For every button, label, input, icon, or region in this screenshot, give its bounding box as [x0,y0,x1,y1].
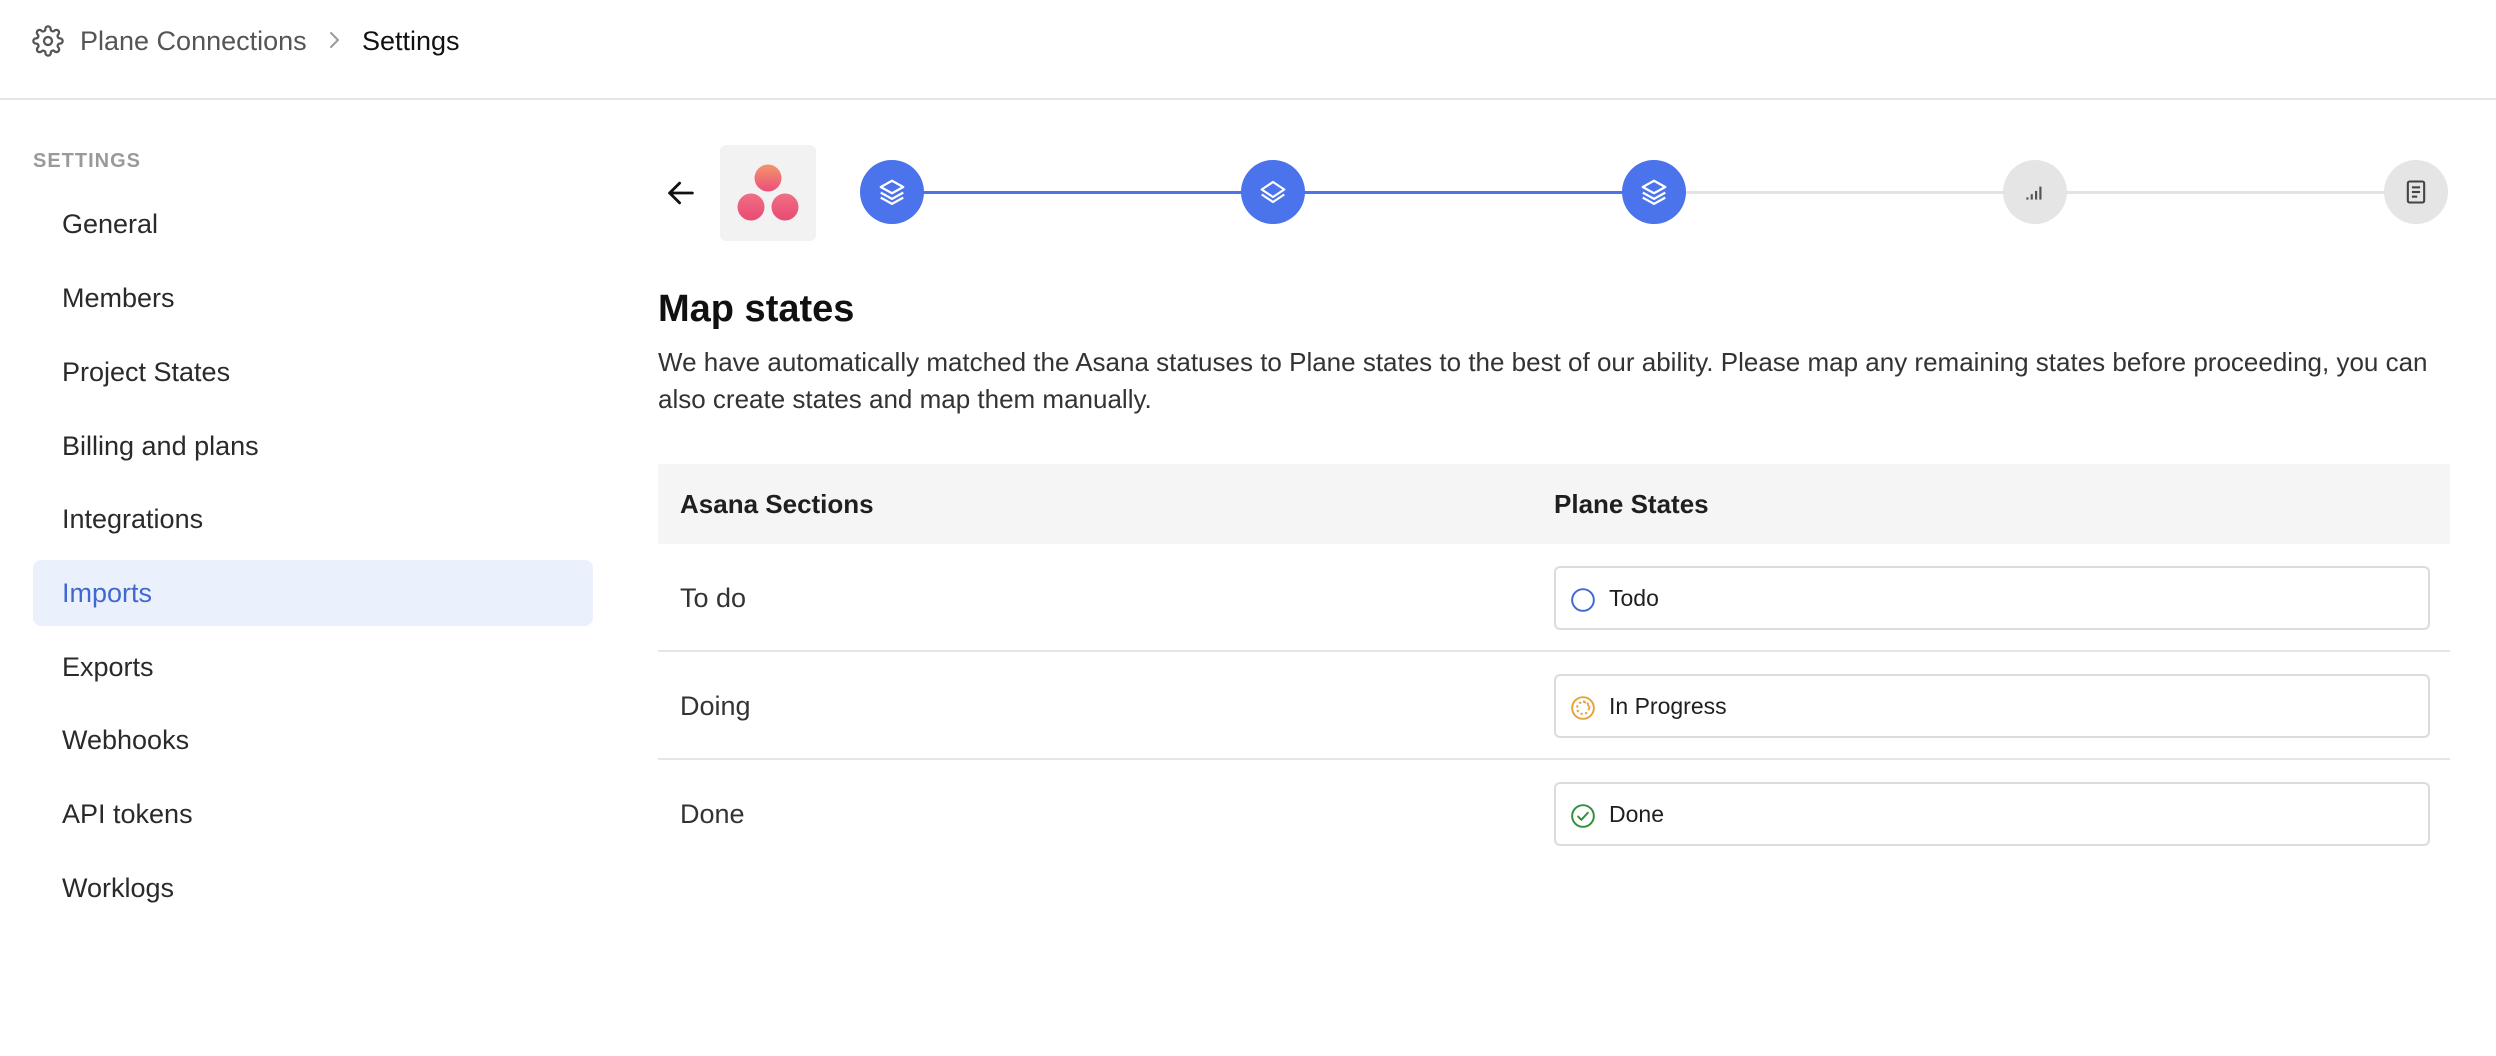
sidebar-item-project-states[interactable]: Project States [33,339,593,405]
table-header: Asana Sections Plane States [658,464,2450,544]
step-connector-3 [1654,191,2034,194]
step-4[interactable] [2003,160,2067,224]
done-check-icon [1571,804,1595,828]
asana-section-label: To do [680,583,747,613]
sidebar-item-webhooks[interactable]: Webhooks [33,707,593,773]
sidebar-heading: SETTINGS [33,150,142,172]
state-mapping-table: Asana Sections Plane States To do Todo D… [658,464,2450,868]
step-1[interactable] [860,160,924,224]
gear-icon[interactable] [32,25,64,57]
plane-state-label: Done [1609,801,1664,827]
sidebar-item-general[interactable]: General [33,191,593,257]
signal-bars-icon [2026,186,2042,200]
breadcrumb-current: Settings [362,26,460,56]
step-2[interactable] [1241,160,1305,224]
plane-state-label: Todo [1609,585,1659,611]
plane-state-label: In Progress [1609,693,1727,719]
sidebar-item-worklogs[interactable]: Worklogs [33,855,593,921]
in-progress-icon [1571,696,1595,720]
todo-circle-icon [1571,588,1595,612]
layers-icon [1641,179,1667,205]
asana-section-label: Doing [680,691,751,721]
sidebar-item-integrations[interactable]: Integrations [33,486,593,552]
step-connector-2 [1273,191,1653,194]
sidebar-item-billing[interactable]: Billing and plans [33,413,593,479]
document-icon [2406,180,2426,204]
table-row: Done Done [658,760,2450,868]
asana-section-label: Done [680,799,745,829]
sidebar-item-members[interactable]: Members [33,265,593,331]
page-title: Map states [658,288,855,330]
asana-logo-icon [737,164,799,221]
asana-logo [720,145,816,241]
chevron-right-icon [330,32,339,48]
top-bar: Plane Connections Settings [0,0,2496,100]
column-header-asana-sections: Asana Sections [680,489,874,519]
table-row: To do Todo [658,544,2450,652]
plane-state-select[interactable]: Done [1554,782,2430,846]
breadcrumb-root[interactable]: Plane Connections [80,24,307,58]
layers-icon [1260,180,1286,204]
sidebar-item-exports[interactable]: Exports [33,634,593,700]
layers-icon [879,179,905,205]
page-description: We have automatically matched the Asana … [658,347,2428,414]
sidebar-item-imports[interactable]: Imports [33,560,593,626]
step-connector-1 [892,191,1272,194]
arrow-left-icon[interactable] [662,176,700,210]
step-5[interactable] [2384,160,2448,224]
plane-state-select[interactable]: In Progress [1554,674,2430,738]
plane-state-select[interactable]: Todo [1554,566,2430,630]
table-row: Doing In Progress [658,652,2450,760]
column-header-plane-states: Plane States [1554,489,1709,519]
sidebar-item-api-tokens[interactable]: API tokens [33,781,593,847]
step-3[interactable] [1622,160,1686,224]
step-connector-4 [2035,191,2415,194]
